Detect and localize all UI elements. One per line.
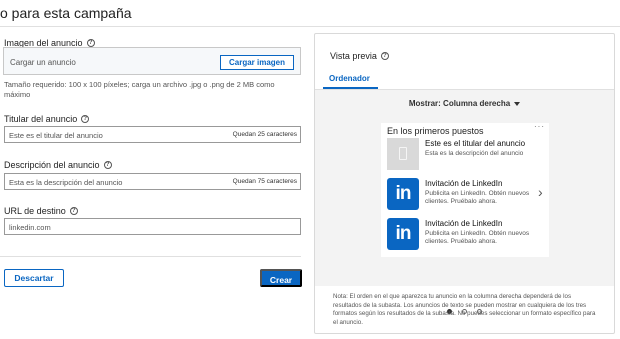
url-field[interactable]: linkedin.com (4, 218, 301, 235)
ad-item[interactable]: Este es el titular del anuncio Esta es l… (387, 138, 547, 172)
placement-label: Mostrar: Columna derecha (408, 99, 511, 108)
tab-desktop[interactable]: Ordenador (329, 74, 370, 83)
description-input[interactable]: Esta es la descripción del anuncio (9, 178, 122, 187)
preview-note: Nota: El orden en el que aparezca tu anu… (333, 293, 596, 326)
create-button[interactable]: Crear (260, 269, 302, 287)
upload-placeholder: Cargar un anuncio (10, 58, 76, 67)
preview-title: Vista previa ? (330, 51, 389, 61)
ad-item[interactable]: in Invitación de LinkedIn Publicita en L… (387, 178, 547, 212)
description-field[interactable]: Esta es la descripción del anuncio Queda… (4, 173, 301, 190)
ad-description: Esta es la descripción del anuncio (425, 150, 524, 157)
headline-field[interactable]: Este es el titular del anuncio Quedan 25… (4, 126, 301, 143)
headline-counter: Quedan 25 caracteres (232, 131, 297, 138)
ad-title: Este es el titular del anuncio (425, 139, 526, 148)
headline-label: Titular del anuncio ? (4, 114, 90, 124)
form-divider (0, 256, 301, 257)
ad-title: Invitación de LinkedIn (425, 219, 503, 228)
caret-down-icon (514, 101, 521, 106)
ad-card: En los primeros puestos ··· Este es el t… (381, 122, 549, 257)
description-label-text: Descripción del anuncio (4, 160, 100, 170)
card-title: En los primeros puestos (387, 126, 484, 136)
ad-item[interactable]: in Invitación de LinkedIn Publicita en L… (387, 218, 547, 252)
preview-title-text: Vista previa (330, 51, 377, 61)
more-options-icon[interactable]: ··· (534, 122, 545, 131)
ad-title: Invitación de LinkedIn (425, 179, 503, 188)
ad-description: Publicita en LinkedIn. Obtén nuevos clie… (425, 190, 530, 205)
headline-input[interactable]: Este es el titular del anuncio (9, 131, 103, 140)
help-icon[interactable]: ? (69, 207, 78, 215)
placement-dropdown[interactable]: Mostrar: Columna derecha (315, 99, 614, 108)
linkedin-icon: in (387, 178, 419, 210)
upload-image-button[interactable]: Cargar imagen (220, 55, 294, 70)
preview-panel: Vista previa ? Ordenador Mostrar: Column… (314, 33, 615, 334)
help-icon[interactable]: ? (103, 161, 112, 169)
headline-label-text: Titular del anuncio (4, 114, 78, 124)
url-label: URL de destino ? (4, 206, 78, 216)
help-icon[interactable]: ? (380, 52, 389, 60)
image-requirements: Tamaño requerido: 100 x 100 píxeles; car… (4, 80, 275, 99)
description-label: Descripción del anuncio ? (4, 160, 112, 170)
description-counter: Quedan 75 caracteres (232, 178, 297, 185)
help-icon[interactable]: ? (81, 115, 90, 123)
image-upload-box[interactable]: Cargar un anuncio Cargar imagen (3, 47, 301, 75)
ad-description: Publicita en LinkedIn. Obtén nuevos clie… (425, 230, 530, 245)
preview-canvas: Mostrar: Columna derecha En los primeros… (315, 90, 614, 314)
chevron-right-icon[interactable]: › (538, 184, 543, 200)
discard-button[interactable]: Descartar (4, 269, 64, 287)
placeholder-image-icon (387, 138, 419, 170)
url-label-text: URL de destino (4, 206, 66, 216)
page-title: o para esta campaña (0, 5, 132, 21)
header-divider (0, 26, 620, 27)
linkedin-icon: in (387, 218, 419, 250)
help-icon[interactable]: ? (86, 39, 95, 47)
url-input[interactable]: linkedin.com (9, 223, 51, 232)
